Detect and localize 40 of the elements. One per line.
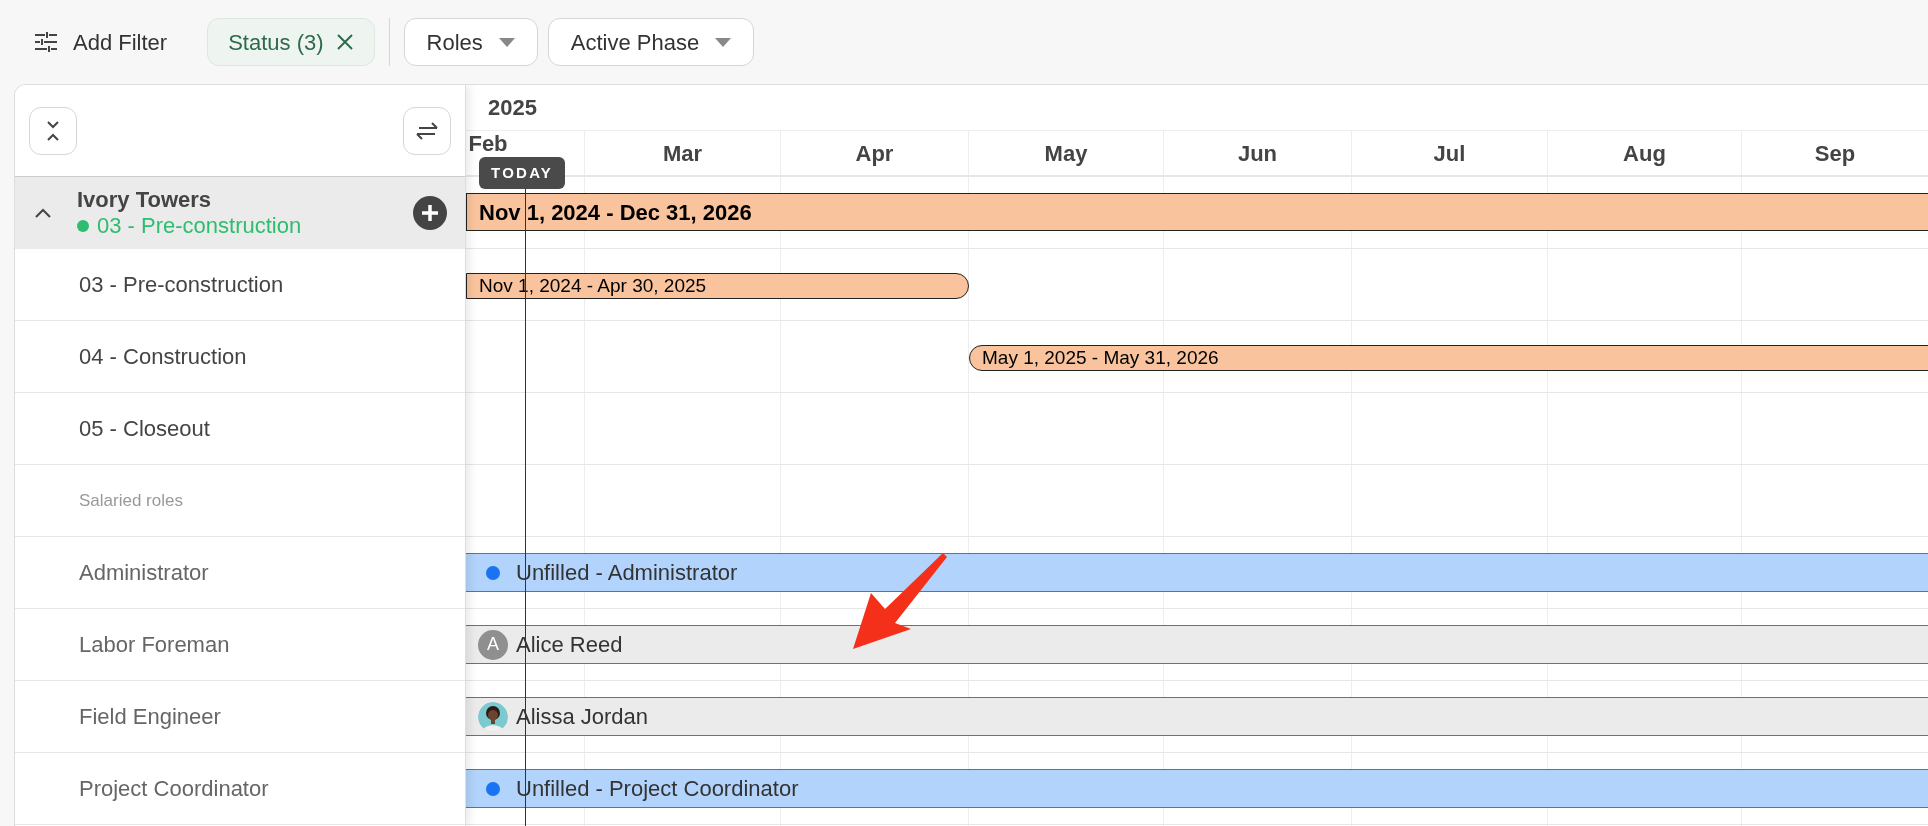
month-label: Apr (855, 139, 894, 168)
month-label: Sep (1814, 139, 1856, 168)
project-date-range: Nov 1, 2024 - Dec 31, 2026 (479, 198, 752, 227)
section-label: Salaried roles (79, 489, 183, 512)
phase-bar[interactable]: May 1, 2025 - May 31, 2026 (969, 345, 1928, 371)
collapse-icon (46, 119, 60, 142)
role-label: Administrator (79, 559, 209, 587)
filter-dropdown[interactable]: Active Phase (547, 18, 755, 66)
project-name: Ivory Towers (77, 187, 213, 213)
phase-label: 05 - Closeout (79, 415, 210, 443)
swap-button[interactable] (403, 106, 451, 155)
today-marker: TODAY (479, 157, 566, 189)
month-label: Feb (468, 132, 508, 156)
month-label: Mar (662, 139, 703, 168)
month-label: May (1044, 139, 1088, 168)
sliders-icon (35, 32, 57, 52)
month-label: Aug (1623, 139, 1666, 168)
add-filter-button[interactable]: Add Filter (35, 25, 168, 59)
avatar: A (478, 629, 508, 660)
project-bar[interactable]: Nov 1, 2024 - Dec 31, 2026 (466, 193, 1928, 231)
role-label: Project Coordinator (79, 775, 269, 803)
phase-label: 03 - Pre-construction (79, 271, 284, 299)
project-row[interactable]: Ivory Towers 03 - Pre-construction (15, 177, 465, 249)
chevron-up-icon[interactable] (35, 208, 51, 218)
phase-date-range: May 1, 2025 - May 31, 2026 (982, 345, 1219, 370)
month-label: Jun (1237, 139, 1278, 168)
year-label: 2025 (488, 94, 537, 122)
swap-icon (415, 121, 439, 140)
caret-icon (715, 37, 732, 47)
collapse-all-button[interactable] (29, 106, 77, 155)
status-filter-chip[interactable]: Status (3) (207, 18, 375, 66)
add-icon[interactable] (413, 196, 447, 230)
filter-dropdown[interactable]: Roles (403, 18, 538, 66)
phase-label: 04 - Construction (79, 343, 247, 371)
project-status: 03 - Pre-construction (97, 213, 302, 239)
close-icon[interactable] (335, 33, 354, 51)
caret-icon (498, 37, 515, 47)
role-label: Field Engineer (79, 703, 221, 731)
role-label: Labor Foreman (79, 631, 230, 659)
month-label: Jul (1433, 139, 1466, 168)
